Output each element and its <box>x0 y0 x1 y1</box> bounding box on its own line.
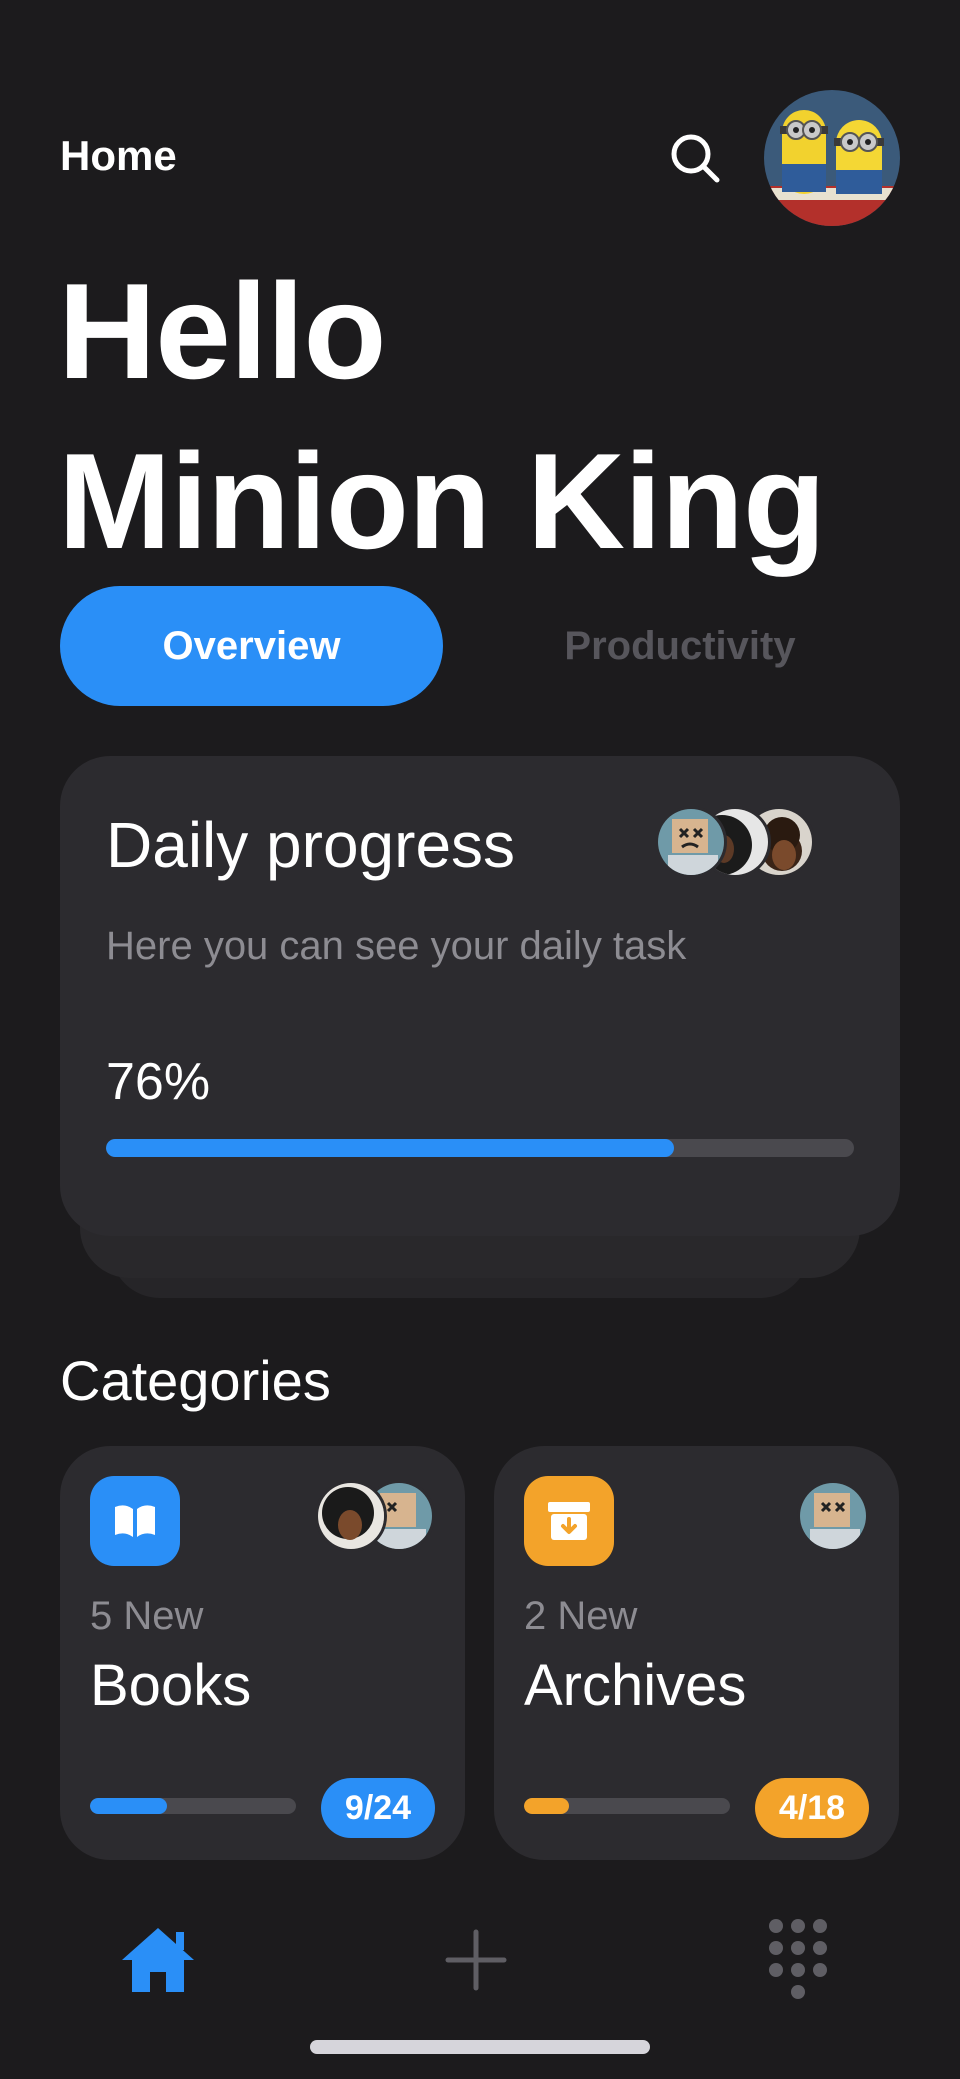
tab-overview[interactable]: Overview <box>60 586 443 706</box>
greeting-line-2: Minion King <box>58 425 826 577</box>
dial-grid-icon[interactable] <box>766 1916 830 2004</box>
daily-progress-card[interactable]: Daily progress Here you can see your dai… <box>60 756 900 1236</box>
greeting-line-1: Hello <box>58 255 387 407</box>
avatar <box>655 806 727 878</box>
profile-avatar[interactable] <box>764 90 900 226</box>
category-progress-bar-fill <box>524 1798 570 1814</box>
member-avatars <box>315 1480 435 1552</box>
tab-productivity[interactable]: Productivity <box>500 586 860 706</box>
home-icon[interactable] <box>118 1920 198 2000</box>
greeting: Hello Minion King <box>58 246 826 586</box>
category-new-count: 5 New <box>90 1594 204 1638</box>
daily-progress-percent: 76% <box>106 1053 211 1111</box>
category-progress-bar <box>90 1798 296 1814</box>
avatar <box>315 1480 387 1552</box>
archive-icon <box>524 1476 614 1566</box>
home-screen: Home Hello Minion King Overview Producti… <box>0 0 960 2079</box>
bottom-nav <box>0 1900 960 2020</box>
member-avatars <box>655 806 815 878</box>
category-name: Books <box>90 1653 252 1718</box>
category-name: Archives <box>524 1653 747 1718</box>
category-progress-bar <box>524 1798 730 1814</box>
page-title: Home <box>60 132 177 179</box>
category-new-count: 2 New <box>524 1594 638 1638</box>
search-icon[interactable] <box>665 128 725 188</box>
avatar <box>797 1480 869 1552</box>
book-icon <box>90 1476 180 1566</box>
category-count-badge: 4/18 <box>755 1778 869 1838</box>
category-card-archives[interactable]: 2 New Archives 4/18 <box>494 1446 899 1860</box>
plus-icon[interactable] <box>440 1924 512 1996</box>
category-progress-bar-fill <box>90 1798 168 1814</box>
home-indicator[interactable] <box>310 2040 650 2054</box>
category-card-books[interactable]: 5 New Books 9/24 <box>60 1446 465 1860</box>
daily-progress-bar-fill <box>106 1139 675 1157</box>
category-count-badge: 9/24 <box>321 1778 435 1838</box>
daily-progress-title: Daily progress <box>106 809 516 881</box>
daily-progress-bar <box>106 1139 854 1157</box>
member-avatars <box>749 1480 869 1552</box>
categories-heading: Categories <box>60 1349 331 1412</box>
daily-progress-subtitle: Here you can see your daily task <box>106 924 687 968</box>
tab-bar: Overview Productivity <box>60 586 900 706</box>
header: Home <box>60 88 900 228</box>
